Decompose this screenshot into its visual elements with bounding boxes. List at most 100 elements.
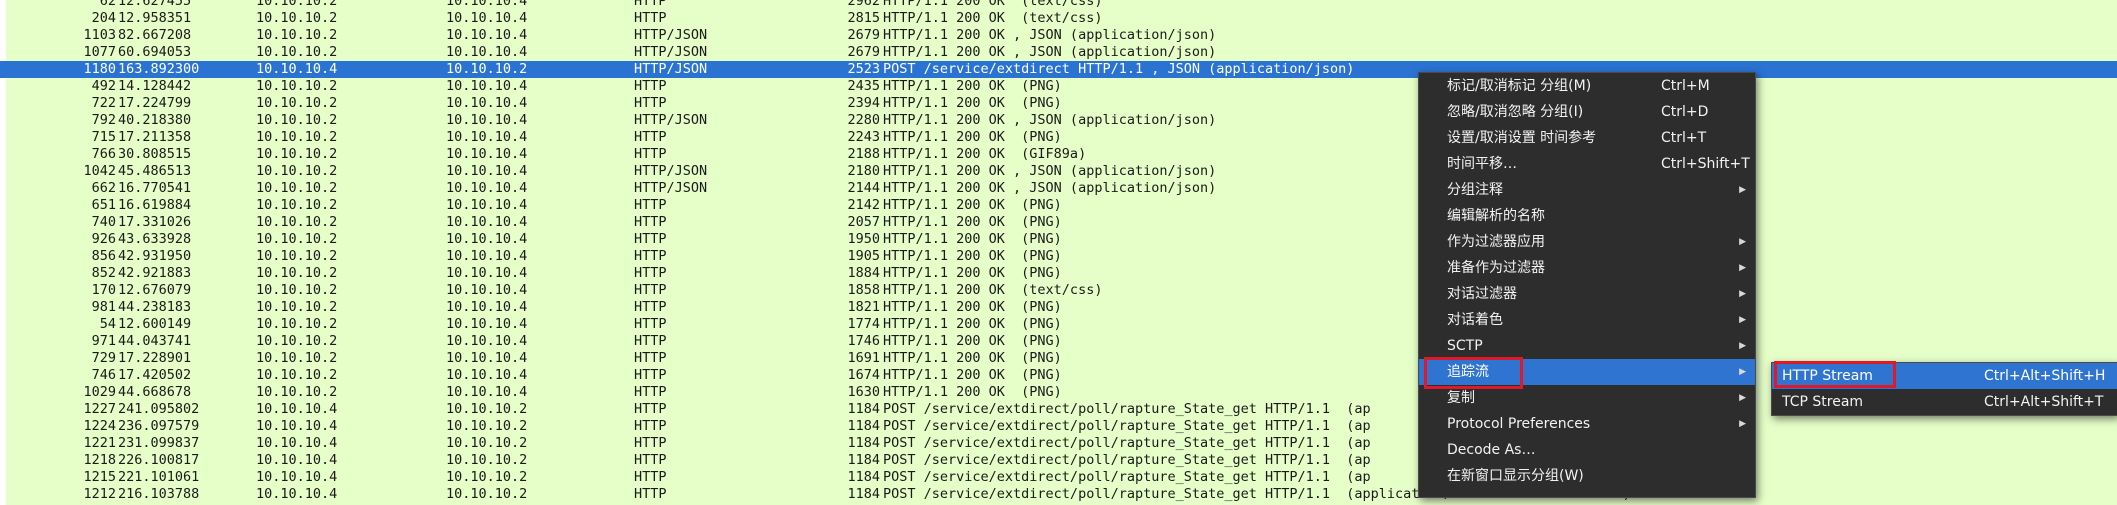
packet-protocol: HTTP (634, 435, 667, 451)
packet-source: 10.10.10.2 (256, 146, 338, 162)
packet-row[interactable]: 1218 226.100817 10.10.10.4 10.10.10.2 HTTP 11… (0, 452, 2117, 469)
packet-row[interactable]: 715 17.211358 10.10.10.2 10.10.10.4 HTTP 2243… (0, 129, 2117, 146)
packet-time: 45.486513 (118, 163, 192, 179)
packet-row[interactable]: 662 16.770541 10.10.10.2 10.10.10.4 HTTP/JSO… (0, 180, 2117, 197)
packet-destination: 10.10.10.4 (446, 180, 528, 196)
packet-protocol: HTTP (634, 350, 667, 366)
menu-item[interactable]: 标记/取消标记 分组(M) Ctrl+M (1419, 73, 1755, 99)
packet-destination: 10.10.10.4 (446, 129, 528, 145)
packet-row[interactable]: 170 12.676079 10.10.10.2 10.10.10.4 HTTP 1858… (0, 282, 2117, 299)
packet-row[interactable]: 204 12.958351 10.10.10.2 10.10.10.4 HTTP 2815… (0, 10, 2117, 27)
menu-item[interactable]: 设置/取消设置 时间参考 Ctrl+T (1419, 125, 1755, 151)
packet-info: HTTP/1.1 200 OK (text/css) (883, 10, 1103, 26)
submenu-item[interactable]: TCP Stream Ctrl+Alt+Shift+T (1772, 389, 2117, 415)
packet-time: 17.211358 (118, 129, 192, 145)
menu-item[interactable]: 编辑解析的名称 (1419, 203, 1755, 229)
packet-info: HTTP/1.1 200 OK , JSON (application/json… (883, 27, 1217, 43)
menu-item[interactable]: 在新窗口显示分组(W) (1419, 463, 1755, 489)
menu-item[interactable]: 准备作为过滤器 ▶ (1419, 255, 1755, 281)
packet-info: HTTP/1.1 200 OK , JSON (application/json… (883, 44, 1217, 60)
packet-protocol: HTTP (634, 197, 667, 213)
packet-length: 1821 (847, 299, 880, 315)
menu-item[interactable]: 时间平移… Ctrl+Shift+T (1419, 151, 1755, 177)
packet-time: 44.668678 (118, 384, 192, 400)
menu-item[interactable]: 作为过滤器应用 ▶ (1419, 229, 1755, 255)
packet-time: 12.676079 (118, 282, 192, 298)
packet-row[interactable]: 792 40.218380 10.10.10.2 10.10.10.4 HTTP/JSO… (0, 112, 2117, 129)
packet-row[interactable]: 1224 236.097579 10.10.10.4 10.10.10.2 HTTP 11… (0, 418, 2117, 435)
packet-row-selected[interactable]: 1180 163.892300 10.10.10.4 10.10.10.2 HTTP/J… (0, 61, 2117, 78)
packet-destination: 10.10.10.4 (446, 197, 528, 213)
menu-item-label: 标记/取消标记 分组(M) (1447, 78, 1592, 94)
packet-destination: 10.10.10.4 (446, 299, 528, 315)
packet-protocol: HTTP (634, 214, 667, 230)
packet-row[interactable]: 1103 82.667208 10.10.10.2 10.10.10.4 HTTP/JS… (0, 27, 2117, 44)
chevron-right-icon: ▶ (1739, 237, 1746, 247)
packet-row[interactable]: 54 12.600149 10.10.10.2 10.10.10.4 HTTP 1774 H… (0, 316, 2117, 333)
packet-info: HTTP/1.1 200 OK (PNG) (883, 265, 1062, 281)
packet-protocol: HTTP (634, 129, 667, 145)
packet-row[interactable]: 971 44.043741 10.10.10.2 10.10.10.4 HTTP 1746… (0, 333, 2117, 350)
menu-item[interactable]: 对话过滤器 ▶ (1419, 281, 1755, 307)
packet-row[interactable]: 62 12.627455 10.10.10.2 10.10.10.4 HTTP 2962 H… (0, 0, 2117, 10)
packet-time: 30.808515 (118, 146, 192, 162)
packet-time: 42.931950 (118, 248, 192, 264)
packet-row[interactable]: 1212 216.103788 10.10.10.4 10.10.10.2 HTTP 11… (0, 486, 2117, 503)
menu-item[interactable]: 分组注释 ▶ (1419, 177, 1755, 203)
packet-destination: 10.10.10.4 (446, 78, 528, 94)
packet-length: 1774 (847, 316, 880, 332)
packet-protocol: HTTP/JSON (634, 112, 708, 128)
packet-number: 1221 (83, 435, 116, 451)
packet-protocol: HTTP (634, 265, 667, 281)
packet-row[interactable]: 856 42.931950 10.10.10.2 10.10.10.4 HTTP 1905… (0, 248, 2117, 265)
packet-protocol: HTTP/JSON (634, 27, 708, 43)
packet-list[interactable]: 62 12.627455 10.10.10.2 10.10.10.4 HTTP 2962 H… (0, 0, 2117, 505)
packet-source: 10.10.10.2 (256, 214, 338, 230)
packet-number: 971 (91, 333, 116, 349)
packet-row[interactable]: 492 14.128442 10.10.10.2 10.10.10.4 HTTP 2435… (0, 78, 2117, 95)
packet-number: 852 (91, 265, 116, 281)
packet-time: 42.921883 (118, 265, 192, 281)
packet-protocol: HTTP (634, 282, 667, 298)
packet-length: 2679 (847, 44, 880, 60)
menu-item[interactable]: Protocol Preferences ▶ (1419, 411, 1755, 437)
packet-row[interactable]: 1042 45.486513 10.10.10.2 10.10.10.4 HTTP/JS… (0, 163, 2117, 180)
menu-item[interactable]: 忽略/取消忽略 分组(I) Ctrl+D (1419, 99, 1755, 125)
packet-length: 1630 (847, 384, 880, 400)
packet-row[interactable]: 1221 231.099837 10.10.10.4 10.10.10.2 HTTP 11… (0, 435, 2117, 452)
chevron-right-icon: ▶ (1739, 341, 1746, 351)
packet-number: 170 (91, 282, 116, 298)
packet-protocol: HTTP (634, 231, 667, 247)
packet-length: 1184 (847, 469, 880, 485)
packet-row[interactable]: 651 16.619884 10.10.10.2 10.10.10.4 HTTP 2142… (0, 197, 2117, 214)
packet-info: HTTP/1.1 200 OK (PNG) (883, 350, 1062, 366)
menu-item[interactable]: Decode As… (1419, 437, 1755, 463)
packet-row[interactable]: 981 44.238183 10.10.10.2 10.10.10.4 HTTP 1821… (0, 299, 2117, 316)
packet-length: 1884 (847, 265, 880, 281)
packet-length: 2142 (847, 197, 880, 213)
menu-item-shortcut: Ctrl+Shift+T (1661, 156, 1750, 172)
menu-item[interactable]: SCTP ▶ (1419, 333, 1755, 359)
packet-number: 1042 (83, 163, 116, 179)
packet-length: 2435 (847, 78, 880, 94)
packet-row[interactable]: 766 30.808515 10.10.10.2 10.10.10.4 HTTP 2188… (0, 146, 2117, 163)
packet-time: 17.228901 (118, 350, 192, 366)
packet-row[interactable]: 1077 60.694053 10.10.10.2 10.10.10.4 HTTP/JS… (0, 44, 2117, 61)
packet-row[interactable]: 740 17.331026 10.10.10.2 10.10.10.4 HTTP 2057… (0, 214, 2117, 231)
packet-source: 10.10.10.2 (256, 180, 338, 196)
packet-info: HTTP/1.1 200 OK , JSON (application/json… (883, 163, 1217, 179)
packet-destination: 10.10.10.4 (446, 350, 528, 366)
packet-time: 216.103788 (118, 486, 200, 502)
packet-row[interactable]: 722 17.224799 10.10.10.2 10.10.10.4 HTTP 2394… (0, 95, 2117, 112)
menu-item[interactable]: 对话着色 ▶ (1419, 307, 1755, 333)
packet-destination: 10.10.10.4 (446, 214, 528, 230)
packet-protocol: HTTP (634, 299, 667, 315)
packet-row[interactable]: 926 43.633928 10.10.10.2 10.10.10.4 HTTP 1950… (0, 231, 2117, 248)
packet-protocol: HTTP (634, 401, 667, 417)
packet-number: 204 (91, 10, 116, 26)
packet-row[interactable]: 852 42.921883 10.10.10.2 10.10.10.4 HTTP 1884… (0, 265, 2117, 282)
packet-length: 2394 (847, 95, 880, 111)
submenu-item-shortcut: Ctrl+Alt+Shift+T (1984, 394, 2104, 410)
packet-number: 54 (99, 316, 116, 332)
packet-row[interactable]: 1215 221.101061 10.10.10.4 10.10.10.2 HTTP 11… (0, 469, 2117, 486)
